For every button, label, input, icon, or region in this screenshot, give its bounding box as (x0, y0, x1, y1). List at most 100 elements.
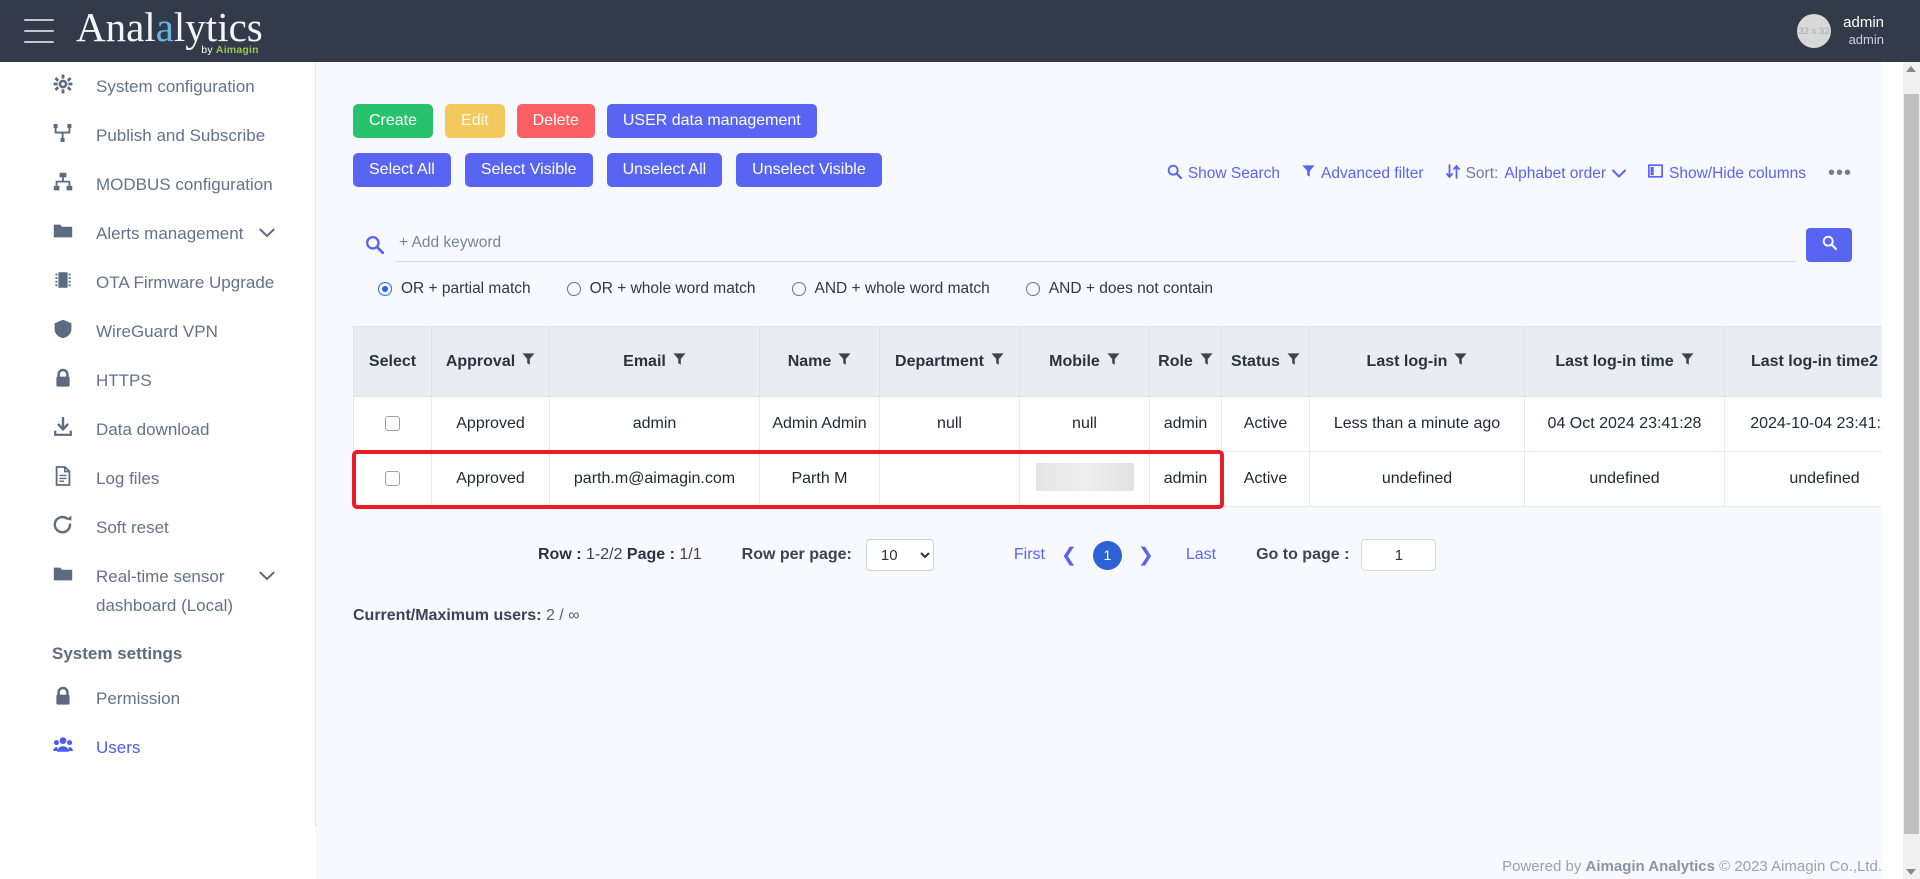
row-per-page-select[interactable]: 10 (865, 539, 934, 571)
select-all-button[interactable]: Select All (353, 153, 451, 187)
column-header-last-log-in[interactable]: Last log-in (1309, 326, 1525, 397)
column-header-status[interactable]: Status (1221, 326, 1310, 397)
page-number-button[interactable]: 1 (1092, 540, 1122, 570)
radio-icon[interactable] (378, 282, 392, 296)
table-row[interactable]: Approved admin Admin Admin null null admin Act… (353, 396, 1882, 452)
sort-value[interactable]: Alphabet order (1504, 165, 1606, 183)
advanced-filter-button[interactable]: Advanced filter (1302, 164, 1424, 183)
column-header-last-log-in-time[interactable]: Last log-in time (1524, 326, 1725, 397)
filter-icon[interactable] (673, 353, 686, 369)
column-header-mobile[interactable]: Mobile (1019, 326, 1150, 397)
app-title: Analalytics (76, 4, 263, 50)
edit-button[interactable]: Edit (445, 104, 505, 138)
sidebar-item-real-time-sensor-dashboard-local[interactable]: Real-time sensor dashboard (Local) (20, 552, 315, 630)
sidebar-item-wireguard-vpn[interactable]: WireGuard VPN (20, 307, 315, 356)
scrollbar-thumb[interactable] (1904, 94, 1919, 834)
sidebar-item-system-configuration[interactable]: System configuration (20, 62, 315, 111)
first-page-button[interactable]: First (1014, 546, 1045, 564)
current-max-users-label: Current/Maximum users: (353, 607, 542, 624)
sidebar-item-log-files[interactable]: Log files (20, 454, 315, 503)
sidebar-item-permission[interactable]: Permission (20, 674, 315, 723)
create-button[interactable]: Create (353, 104, 434, 138)
unselect-all-button[interactable]: Unselect All (606, 153, 723, 187)
show-search-button[interactable]: Show Search (1167, 164, 1280, 184)
sidebar-item-label: Alerts management (96, 224, 244, 243)
show-hide-columns-button[interactable]: Show/Hide columns (1648, 164, 1806, 183)
table-row[interactable]: Approved parth.m@aimagin.com Parth M admin A… (353, 451, 1882, 507)
scroll-down-arrow-icon[interactable] (1906, 869, 1916, 875)
row-checkbox[interactable] (385, 471, 400, 487)
sidebar-item-ota-firmware-upgrade[interactable]: OTA Firmware Upgrade (20, 258, 315, 307)
chevron-down-icon[interactable] (1612, 165, 1626, 183)
sidebar-item-publish-and-subscribe[interactable]: Publish and Subscribe (20, 111, 315, 160)
chevron-down-icon[interactable] (259, 566, 275, 586)
row-checkbox[interactable] (385, 416, 400, 432)
page-scrollbar[interactable] (1903, 62, 1920, 879)
cell-approval: Approved (431, 396, 550, 452)
user-menu[interactable]: 32 x 32 admin admin (1787, 6, 1894, 56)
app-logo[interactable]: Analalytics by Aimagin (76, 6, 263, 56)
page-value: 1/1 (679, 546, 702, 563)
hamburger-icon[interactable] (24, 19, 54, 43)
pagination-bar: Row : 1-2/2 Page : 1/1 Row per page: 10 … (316, 507, 1882, 571)
row-select-cell[interactable] (353, 451, 432, 507)
sidebar-item-label: Data download (96, 420, 210, 439)
search-mode-and-whole-word-match[interactable]: AND + whole word match (791, 280, 990, 298)
lock-icon (52, 685, 74, 707)
show-search-label: Show Search (1187, 164, 1281, 182)
filter-icon[interactable] (1287, 353, 1300, 369)
app-subtitle: by Aimagin (201, 44, 259, 56)
users-table-container: Select Approval Email Name Department Mobile R… (316, 298, 1882, 509)
go-to-page-input[interactable] (1361, 539, 1437, 571)
filter-icon[interactable] (838, 353, 851, 369)
sort-control[interactable]: Sort: Alphabet order (1445, 163, 1626, 184)
sidebar-item-data-download[interactable]: Data download (20, 405, 315, 454)
filter-icon[interactable] (1681, 353, 1694, 369)
select-visible-button[interactable]: Select Visible (464, 153, 593, 187)
user-data-management-button[interactable]: USER data management (606, 104, 817, 138)
filter-icon[interactable] (522, 353, 535, 369)
column-header-label: Mobile (1049, 353, 1100, 370)
sidebar-item-alerts-management[interactable]: Alerts management (20, 209, 315, 258)
sidebar-item-https[interactable]: HTTPS (20, 356, 315, 405)
column-header-email[interactable]: Email (549, 326, 760, 397)
sidebar-item-label: Log files (96, 469, 160, 488)
search-mode-label: OR + whole word match (589, 280, 756, 297)
last-page-button[interactable]: Last (1186, 546, 1216, 564)
radio-icon[interactable] (1025, 282, 1040, 296)
column-header-name[interactable]: Name (759, 326, 880, 397)
cell-status: Active (1221, 396, 1310, 452)
chevron-left-icon[interactable]: ❮ (1061, 544, 1077, 567)
radio-icon[interactable] (566, 282, 581, 296)
chevron-down-icon[interactable] (259, 223, 275, 243)
sidebar-item-soft-reset[interactable]: Soft reset (20, 503, 315, 552)
advanced-filter-label: Advanced filter (1321, 164, 1424, 182)
filter-icon[interactable] (1107, 353, 1120, 369)
row-select-cell[interactable] (353, 396, 432, 452)
folder-icon (52, 220, 74, 242)
filter-icon[interactable] (991, 353, 1004, 369)
radio-icon[interactable] (791, 282, 806, 296)
search-mode-and-does-not-contain[interactable]: AND + does not contain (1025, 280, 1213, 298)
filter-icon[interactable] (1200, 353, 1213, 369)
sidebar-item-modbus-configuration[interactable]: MODBUS configuration (20, 160, 315, 209)
scroll-up-arrow-icon[interactable] (1906, 66, 1916, 72)
unselect-visible-button[interactable]: Unselect Visible (736, 153, 882, 187)
column-header-approval[interactable]: Approval (431, 326, 550, 397)
sidebar[interactable]: g System configurationPublish and Subscr… (20, 52, 316, 827)
more-options-icon[interactable]: ••• (1828, 162, 1852, 185)
column-header-select[interactable]: Select (353, 326, 432, 397)
sidebar-item-users[interactable]: Users (20, 723, 315, 772)
delete-button[interactable]: Delete (516, 104, 595, 138)
chevron-right-icon[interactable]: ❯ (1138, 544, 1154, 567)
search-mode-or-whole-word-match[interactable]: OR + whole word match (566, 280, 756, 298)
column-header-department[interactable]: Department (879, 326, 1020, 397)
search-input[interactable] (395, 227, 1796, 262)
show-hide-columns-label: Show/Hide columns (1669, 164, 1806, 182)
column-header-role[interactable]: Role (1149, 326, 1222, 397)
column-header-label: Last log-in (1366, 353, 1448, 370)
filter-icon[interactable] (1454, 353, 1467, 369)
column-header-last-log-in-time2[interactable]: Last log-in time2 (1724, 326, 1882, 397)
search-submit-button[interactable] (1806, 227, 1852, 262)
search-mode-or-partial-match[interactable]: OR + partial match (378, 280, 531, 298)
